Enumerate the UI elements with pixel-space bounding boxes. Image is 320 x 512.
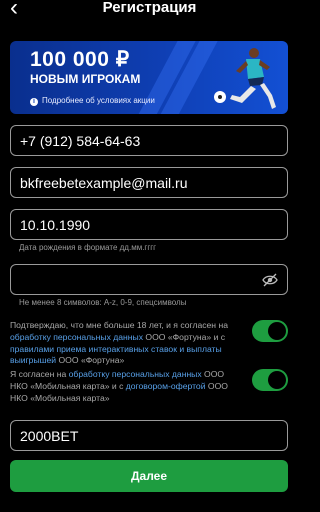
consent-age-toggle[interactable] xyxy=(252,320,288,342)
password-hint: Не менее 8 символов: A-z, 0-9, спецсимво… xyxy=(19,298,187,307)
consent-age-text: Подтверждаю, что мне больше 18 лет, и я … xyxy=(10,320,228,366)
email-field[interactable]: bkfreebetexample@mail.ru xyxy=(10,167,288,198)
birthdate-field[interactable]: 10.10.1990 xyxy=(10,209,288,240)
offer-agreement-link[interactable]: договором-офертой xyxy=(126,381,206,391)
football-player-icon xyxy=(214,48,276,109)
toggle-knob xyxy=(268,371,286,389)
banner-details-link[interactable]: i Подробнее об условиях акции xyxy=(30,96,155,106)
consent-nko-text: Я согласен на обработку персональных дан… xyxy=(10,369,228,403)
header: ‹ Регистрация xyxy=(0,0,299,22)
personal-data-link[interactable]: обработку персональных данных xyxy=(10,332,143,342)
toggle-knob xyxy=(268,322,286,340)
nko-personal-data-link[interactable]: обработку персональных данных xyxy=(69,369,202,379)
email-value: bkfreebetexample@mail.ru xyxy=(20,175,188,191)
birthdate-hint: Дата рождения в формате дд.мм.гггг xyxy=(19,243,157,252)
birthdate-value: 10.10.1990 xyxy=(20,217,91,233)
phone-field[interactable]: +7 (912) 584-64-63 xyxy=(10,125,288,156)
consent-nko-toggle[interactable] xyxy=(252,369,288,391)
hide-password-icon[interactable] xyxy=(262,273,278,287)
next-button[interactable]: Далее xyxy=(10,460,288,492)
page-title: Регистрация xyxy=(102,0,197,16)
info-icon: i xyxy=(30,98,38,106)
promo-code-field[interactable]: 2000BET xyxy=(10,420,288,451)
password-field[interactable] xyxy=(10,264,288,295)
promo-code-value: 2000BET xyxy=(20,428,79,444)
banner-subtitle: НОВЫМ ИГРОКАМ xyxy=(30,72,141,86)
banner-amount: 100 000 ₽ xyxy=(30,48,130,71)
phone-value: +7 (912) 584-64-63 xyxy=(20,133,141,149)
promo-banner[interactable]: 100 000 ₽ НОВЫМ ИГРОКАМ i Подробнее об ус… xyxy=(10,41,288,114)
